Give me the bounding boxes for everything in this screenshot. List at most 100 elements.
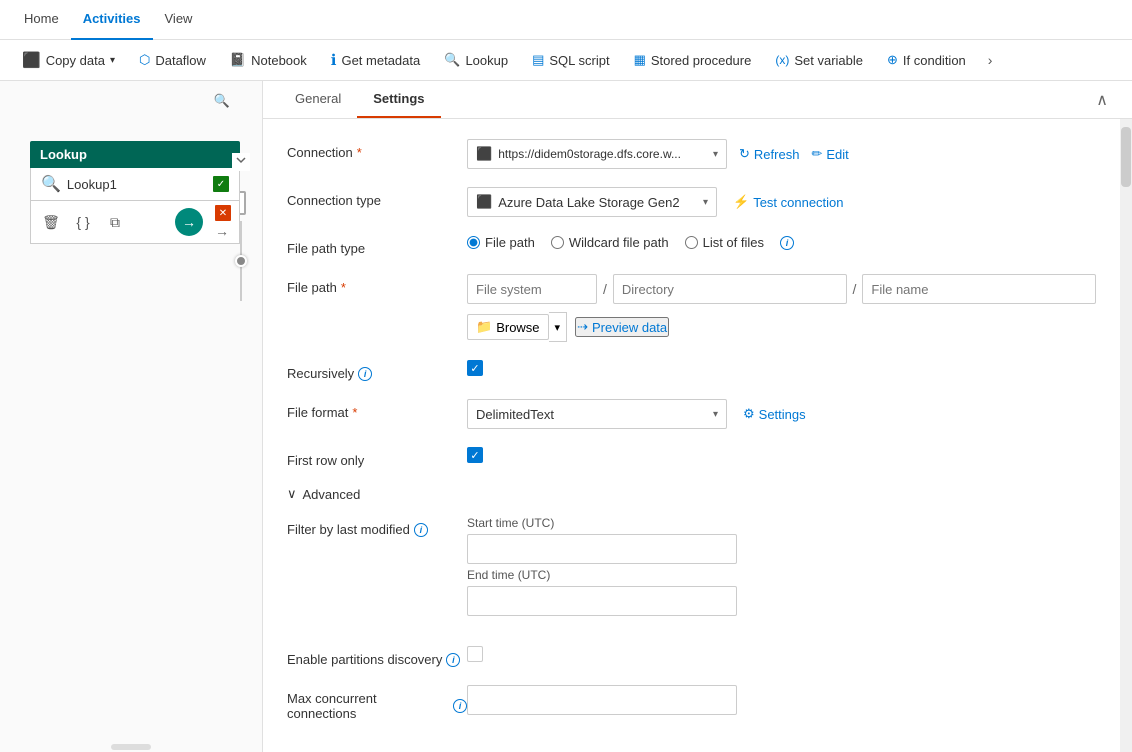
connection-select[interactable]: ⬛ https://didem0storage.dfs.core.w... ▾ xyxy=(467,139,727,169)
scrollbar-thumb[interactable] xyxy=(1121,127,1131,187)
collapse-bar[interactable] xyxy=(111,744,151,750)
tab-settings[interactable]: Settings xyxy=(357,81,440,118)
node-go-button[interactable]: → xyxy=(175,208,203,236)
partitions-info-icon[interactable]: i xyxy=(446,653,460,667)
settings-panel: General Settings ∧ Connection ⬛ https://… xyxy=(262,81,1132,752)
panel-collapse-button[interactable]: ∧ xyxy=(1088,82,1116,118)
file-format-row: File format DelimitedText ▾ ⚙ Settings xyxy=(287,399,1096,429)
notebook-button[interactable]: 📓 Notebook xyxy=(220,47,317,73)
connection-type-select[interactable]: ⬛ Azure Data Lake Storage Gen2 ▾ xyxy=(467,187,717,217)
dataflow-button[interactable]: ⬡ Dataflow xyxy=(129,47,216,73)
panel-content: Connection ⬛ https://didem0storage.dfs.c… xyxy=(263,119,1120,752)
file-path-label: File path xyxy=(287,274,467,295)
browse-dropdown-button[interactable]: ▾ xyxy=(549,312,568,342)
file-format-control: DelimitedText ▾ ⚙ Settings xyxy=(467,399,1096,429)
nav-home[interactable]: Home xyxy=(12,0,71,40)
radio-list-of-files[interactable]: List of files xyxy=(685,235,764,250)
sql-script-button[interactable]: ▤ SQL script xyxy=(522,47,620,73)
file-path-row: File path / / 📁 Browse xyxy=(287,274,1096,342)
file-system-input[interactable] xyxy=(467,274,597,304)
file-path-group: / / xyxy=(467,274,1096,304)
sql-script-icon: ▤ xyxy=(532,52,544,68)
preview-data-button[interactable]: ⇢ Preview data xyxy=(575,317,669,337)
lookup-node: Lookup 🔍 Lookup1 ✓ 🗑 { } xyxy=(30,141,240,244)
enable-partitions-row: Enable partitions discovery i xyxy=(287,646,1096,667)
edit-button[interactable]: ✏ Edit xyxy=(811,146,848,162)
dataflow-icon: ⬡ xyxy=(139,52,150,68)
recursively-control: ✓ xyxy=(467,360,1096,376)
node-copy-icon[interactable]: ⧉ xyxy=(103,210,127,234)
recursively-info-icon[interactable]: i xyxy=(358,367,372,381)
first-row-only-label: First row only xyxy=(287,447,467,468)
more-button[interactable]: › xyxy=(980,47,1001,73)
file-format-select[interactable]: DelimitedText ▾ xyxy=(467,399,727,429)
zoom-control xyxy=(240,221,242,301)
test-connection-button[interactable]: ⚡ Test connection xyxy=(733,194,844,210)
filter-info-icon[interactable]: i xyxy=(414,523,428,537)
stored-procedure-button[interactable]: ▦ Stored procedure xyxy=(624,47,762,73)
start-time-input[interactable] xyxy=(467,534,737,564)
advanced-toggle[interactable]: ∨ Advanced xyxy=(287,486,1096,502)
scrollbar-track xyxy=(1120,119,1132,752)
node-body: 🔍 Lookup1 ✓ xyxy=(30,168,240,201)
first-row-only-row: First row only ✓ xyxy=(287,447,1096,468)
zoom-thumb[interactable] xyxy=(235,255,247,267)
connection-type-control: ⬛ Azure Data Lake Storage Gen2 ▾ ⚡ Test … xyxy=(467,187,1096,217)
connection-control: ⬛ https://didem0storage.dfs.core.w... ▾ … xyxy=(467,139,1096,169)
copy-data-button[interactable]: ⬛ Copy data ▾ xyxy=(12,46,125,74)
if-condition-button[interactable]: ⊕ If condition xyxy=(877,47,976,73)
lookup-node-icon: 🔍 xyxy=(41,174,61,194)
browse-icon: 📁 xyxy=(476,319,492,335)
nav-activities[interactable]: Activities xyxy=(71,0,153,40)
file-path-type-label: File path type xyxy=(287,235,467,256)
end-time-input[interactable] xyxy=(467,586,737,616)
get-metadata-button[interactable]: ℹ Get metadata xyxy=(321,46,430,74)
file-format-label: File format xyxy=(287,399,467,420)
nav-view[interactable]: View xyxy=(153,0,205,40)
notebook-icon: 📓 xyxy=(230,52,246,68)
test-connection-icon: ⚡ xyxy=(733,194,749,210)
file-path-control: / / 📁 Browse ▾ xyxy=(467,274,1096,342)
format-settings-button[interactable]: ⚙ Settings xyxy=(743,406,806,422)
node-code-icon[interactable]: { } xyxy=(71,210,95,234)
start-time-group: Start time (UTC) xyxy=(467,516,1096,564)
node-expand-icon[interactable] xyxy=(232,153,250,171)
max-connections-info-icon[interactable]: i xyxy=(453,699,467,713)
tab-general[interactable]: General xyxy=(279,81,357,118)
max-connections-control xyxy=(467,685,1096,715)
recursively-checkbox[interactable]: ✓ xyxy=(467,360,483,376)
node-delete-icon[interactable]: 🗑 xyxy=(39,210,63,234)
path-separator-2: / xyxy=(853,281,857,297)
set-variable-icon: (x) xyxy=(775,53,789,67)
panel-tabs: General Settings ∧ xyxy=(263,81,1132,119)
refresh-icon: ↻ xyxy=(739,146,750,162)
connection-type-dropdown-icon: ▾ xyxy=(703,197,708,208)
stored-procedure-icon: ▦ xyxy=(634,52,646,68)
refresh-button[interactable]: ↻ Refresh xyxy=(739,146,799,162)
radio-filepath[interactable]: File path xyxy=(467,235,535,250)
advanced-section: ∨ Advanced Filter by last modified i xyxy=(287,486,1096,721)
path-separator-1: / xyxy=(603,281,607,297)
filter-last-modified-label: Filter by last modified i xyxy=(287,516,467,537)
file-path-type-radio-group: File path Wildcard file path List of fil… xyxy=(467,235,794,250)
storage-icon: ⬛ xyxy=(476,146,492,162)
max-connections-input[interactable] xyxy=(467,685,737,715)
lookup-button[interactable]: 🔍 Lookup xyxy=(434,47,518,73)
first-row-only-checkbox[interactable]: ✓ xyxy=(467,447,483,463)
browse-button[interactable]: 📁 Browse xyxy=(467,314,549,340)
max-connections-label: Max concurrent connections i xyxy=(287,685,467,721)
set-variable-button[interactable]: (x) Set variable xyxy=(765,48,873,73)
format-dropdown-icon: ▾ xyxy=(713,409,718,420)
file-path-type-row: File path type File path Wildcard file p… xyxy=(287,235,1096,256)
enable-partitions-checkbox[interactable] xyxy=(467,646,483,662)
format-row: DelimitedText ▾ ⚙ Settings xyxy=(467,399,806,429)
directory-input[interactable] xyxy=(613,274,847,304)
max-connections-row: Max concurrent connections i xyxy=(287,685,1096,721)
filename-input[interactable] xyxy=(862,274,1096,304)
connection-label: Connection xyxy=(287,139,467,160)
connection-row: Connection ⬛ https://didem0storage.dfs.c… xyxy=(287,139,1096,169)
list-of-files-info-icon[interactable]: i xyxy=(780,236,794,250)
get-metadata-icon: ℹ xyxy=(331,51,337,69)
radio-wildcard[interactable]: Wildcard file path xyxy=(551,235,669,250)
search-icon[interactable]: 🔍 xyxy=(210,89,234,113)
